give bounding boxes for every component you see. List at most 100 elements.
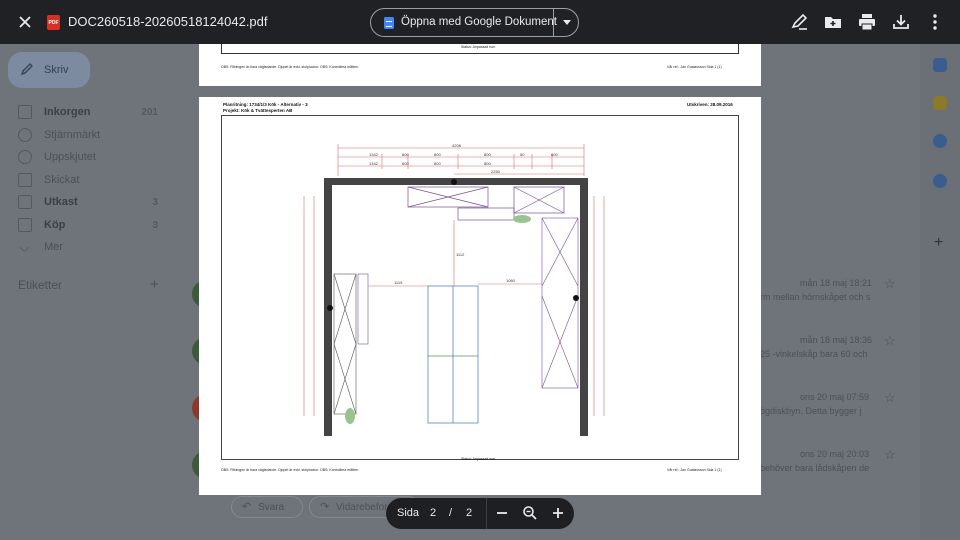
google-docs-icon bbox=[384, 17, 394, 29]
close-icon bbox=[19, 16, 31, 28]
top-cabinets bbox=[407, 186, 565, 221]
dim-label: 600 bbox=[402, 161, 409, 166]
page-label: Sida bbox=[397, 507, 420, 519]
page-footer-ref: Vår ref.: Jan Gustavsson Sida 1 (1) bbox=[667, 65, 722, 69]
plan-label: Planritning: 1734/1/3 Kök - Alternativ -… bbox=[223, 102, 308, 107]
floor-plan-svg: 4208 1342 1342 600 600 800 800 800 800 5… bbox=[303, 143, 605, 436]
dim-label: 4208 bbox=[452, 143, 462, 148]
nav-item-sent[interactable]: Skickat bbox=[18, 170, 168, 190]
nav-item-inbox[interactable]: Inkorgen 201 bbox=[18, 102, 168, 122]
page-footer-note: OBS: Ritningen är bara vägledande. Djupe… bbox=[221, 65, 359, 69]
right-cabinets bbox=[541, 217, 579, 389]
dim-label: 600 bbox=[402, 152, 409, 157]
open-with-label: Öppna med Google Dokument bbox=[401, 16, 557, 28]
more-options-icon[interactable] bbox=[925, 12, 945, 32]
annotate-icon[interactable] bbox=[790, 12, 810, 32]
star-icon[interactable]: ☆ bbox=[884, 390, 896, 406]
total-pages: 2 bbox=[466, 507, 473, 519]
viewer-toolbar: PDF DOC260518-20260518124042.pdf Öppna m… bbox=[0, 0, 960, 44]
nav-item-count: 3 bbox=[152, 196, 158, 208]
nav-item-drafts[interactable]: Utkast 3 bbox=[18, 192, 168, 212]
contacts-icon[interactable] bbox=[933, 174, 947, 188]
draft-icon bbox=[18, 195, 32, 209]
add-label-icon[interactable]: + bbox=[150, 276, 159, 293]
compose-button[interactable]: Skriv bbox=[8, 52, 90, 88]
dim-label: 800 bbox=[434, 161, 441, 166]
nav-item-count: 201 bbox=[141, 106, 158, 118]
dimension-lines-middle bbox=[303, 196, 605, 416]
star-icon bbox=[18, 128, 32, 142]
pdf-file-icon: PDF bbox=[47, 15, 60, 30]
project-label: Projekt: Kök & Tvättesperten AB bbox=[223, 108, 293, 113]
close-button[interactable] bbox=[12, 9, 38, 35]
side-panel-rail: + bbox=[920, 44, 960, 540]
page-footer-ref: Vår ref.: Jan Gustavsson Sida 1 (1) bbox=[667, 468, 722, 472]
plant-symbol bbox=[345, 408, 355, 424]
calendar-icon[interactable] bbox=[933, 58, 947, 72]
zoom-in-icon[interactable] bbox=[550, 505, 566, 521]
dimension-lines-top bbox=[337, 144, 585, 176]
printed-date: Utskriven: 28.09.2016 bbox=[687, 102, 733, 107]
star-icon[interactable]: ☆ bbox=[884, 447, 896, 463]
dim-label: 1119 bbox=[394, 280, 403, 285]
add-addon-icon[interactable]: + bbox=[934, 234, 943, 252]
compose-label: Skriv bbox=[44, 64, 69, 76]
tasks-icon[interactable] bbox=[933, 134, 947, 148]
dim-label: 1342 bbox=[369, 161, 379, 166]
nav-item-purchases[interactable]: Köp 3 bbox=[18, 215, 168, 235]
dim-label: 600 bbox=[551, 152, 558, 157]
nav-item-starred[interactable]: Stjärnmärkt bbox=[18, 125, 168, 145]
nav-item-label: Mer bbox=[44, 241, 63, 253]
walls bbox=[324, 178, 588, 436]
clock-icon bbox=[18, 150, 32, 164]
pencil-icon bbox=[20, 63, 33, 76]
dim-label: 1342 bbox=[369, 152, 379, 157]
reply-label: Svara bbox=[258, 501, 285, 513]
message-date: ons 20 maj 07:59 bbox=[800, 392, 870, 402]
current-page-input[interactable]: 2 bbox=[430, 507, 436, 519]
kitchen-island bbox=[427, 285, 479, 424]
floor-plan-drawing: 4208 1342 1342 600 600 800 800 800 800 5… bbox=[221, 115, 739, 460]
status-text: Status: Anpassad rum bbox=[461, 457, 496, 461]
divider bbox=[486, 498, 487, 529]
nav-item-more[interactable]: Mer bbox=[18, 237, 168, 257]
nav-item-snoozed[interactable]: Uppskjutet bbox=[18, 147, 168, 167]
plant-symbol bbox=[513, 215, 531, 223]
outlet-marker bbox=[451, 179, 457, 185]
message-date: ons 20 maj 20:03 bbox=[800, 449, 870, 459]
star-icon[interactable]: ☆ bbox=[884, 333, 896, 349]
open-with-button[interactable]: Öppna med Google Dokument bbox=[370, 8, 579, 37]
tag-icon bbox=[18, 218, 32, 232]
star-icon[interactable]: ☆ bbox=[884, 276, 896, 292]
message-date: mån 18 maj 18:36 bbox=[800, 335, 873, 345]
keep-icon[interactable] bbox=[933, 96, 947, 110]
pdf-page-1: Status: Anpassad rum OBS: Ritningen är b… bbox=[199, 44, 761, 86]
file-name: DOC260518-20260518124042.pdf bbox=[68, 14, 268, 29]
nav-item-label: Köp bbox=[44, 219, 66, 231]
dim-label: 800 bbox=[484, 152, 491, 157]
page-navigation: Sida 2 / 2 bbox=[386, 498, 574, 529]
nav-item-label: Stjärnmärkt bbox=[44, 129, 101, 141]
labels-heading: Etiketter bbox=[18, 278, 63, 292]
message-snippet: ögdiskbyn. Detta bygger j bbox=[760, 406, 862, 416]
dimension-labels-top: 4208 1342 1342 600 600 800 800 800 800 5… bbox=[369, 143, 558, 174]
dim-label: 1112 bbox=[456, 252, 465, 257]
nav-item-label: Inkorgen bbox=[44, 106, 91, 118]
nav-item-label: Skickat bbox=[44, 174, 80, 186]
reply-button[interactable]: ↶ Svara bbox=[231, 496, 303, 518]
reply-icon: ↶ bbox=[242, 501, 252, 513]
add-to-drive-icon[interactable] bbox=[823, 12, 843, 32]
dim-label: 50 bbox=[520, 152, 525, 157]
zoom-fit-icon[interactable] bbox=[522, 505, 538, 521]
message-snippet: rm mellan hörnskåpet och s bbox=[760, 292, 871, 302]
download-icon[interactable] bbox=[891, 12, 911, 32]
status-text: Status: Anpassad rum bbox=[461, 45, 496, 49]
zoom-out-icon[interactable] bbox=[494, 505, 510, 521]
left-cabinets bbox=[333, 273, 369, 415]
nav-item-count: 3 bbox=[152, 219, 158, 231]
print-icon[interactable] bbox=[857, 12, 877, 32]
forward-icon: ↷ bbox=[320, 501, 330, 513]
caret-down-icon[interactable] bbox=[559, 14, 575, 30]
message-snippet: 25 -vinkelskåp bara 60 och bbox=[760, 349, 868, 359]
dim-label: 800 bbox=[484, 161, 491, 166]
